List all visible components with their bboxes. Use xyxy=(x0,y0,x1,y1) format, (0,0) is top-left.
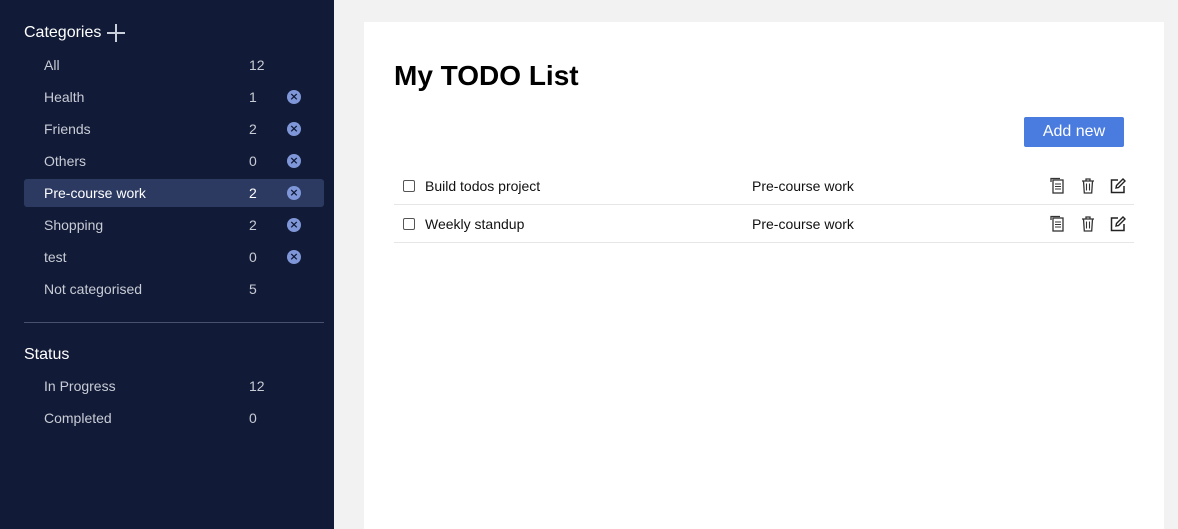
duplicate-icon[interactable] xyxy=(1049,215,1067,233)
status-item-in-progress[interactable]: In Progress 12 xyxy=(24,372,324,400)
category-name: Others xyxy=(44,153,87,169)
trash-icon[interactable] xyxy=(1079,177,1097,195)
todo-checkbox[interactable] xyxy=(403,180,415,192)
category-item-shopping[interactable]: Shopping 2 × xyxy=(24,211,324,239)
category-count: 12 xyxy=(249,57,265,73)
category-count: 2 xyxy=(249,185,257,201)
category-name: test xyxy=(44,249,67,265)
category-name: Friends xyxy=(44,121,91,137)
delete-category-icon[interactable]: × xyxy=(287,90,301,104)
add-new-button[interactable]: Add new xyxy=(1024,117,1124,147)
trash-icon[interactable] xyxy=(1079,215,1097,233)
delete-category-icon[interactable]: × xyxy=(287,186,301,200)
edit-icon[interactable] xyxy=(1109,215,1127,233)
category-item-test[interactable]: test 0 × xyxy=(24,243,324,271)
sidebar: Categories All 12 Health 1 × Friends 2 ×… xyxy=(0,0,334,529)
category-count: 5 xyxy=(249,281,257,297)
add-category-plus-icon[interactable] xyxy=(107,24,126,42)
category-item-health[interactable]: Health 1 × xyxy=(24,83,324,111)
todo-title[interactable]: Build todos project xyxy=(425,178,540,194)
page-title: My TODO List xyxy=(394,60,579,91)
todo-row: Build todos project Pre-course work xyxy=(394,167,1134,205)
edit-icon[interactable] xyxy=(1109,177,1127,195)
category-count: 2 xyxy=(249,121,257,137)
delete-category-icon[interactable]: × xyxy=(287,250,301,264)
delete-category-icon[interactable]: × xyxy=(287,154,301,168)
status-count: 0 xyxy=(249,410,257,426)
todo-category: Pre-course work xyxy=(752,216,854,232)
category-item-not-categorised[interactable]: Not categorised 5 xyxy=(24,275,324,303)
category-name: Shopping xyxy=(44,217,104,233)
sidebar-divider xyxy=(24,322,324,323)
category-item-others[interactable]: Others 0 × xyxy=(24,147,324,175)
status-name: In Progress xyxy=(44,378,116,394)
category-count: 2 xyxy=(249,217,257,233)
status-name: Completed xyxy=(44,410,112,426)
category-name: Not categorised xyxy=(44,281,143,297)
delete-category-icon[interactable]: × xyxy=(287,218,301,232)
category-count: 0 xyxy=(249,249,257,265)
todo-title[interactable]: Weekly standup xyxy=(425,216,524,232)
categories-header: Categories xyxy=(24,24,126,42)
category-name: Pre-course work xyxy=(44,185,146,201)
todo-category: Pre-course work xyxy=(752,178,854,194)
status-header: Status xyxy=(24,346,69,364)
main-panel: My TODO List Add new Build todos project… xyxy=(364,22,1164,529)
category-count: 0 xyxy=(249,153,257,169)
status-item-completed[interactable]: Completed 0 xyxy=(24,404,324,432)
category-count: 1 xyxy=(249,89,257,105)
status-title: Status xyxy=(24,346,70,363)
categories-title: Categories xyxy=(24,24,102,41)
category-name: Health xyxy=(44,89,85,105)
todo-checkbox[interactable] xyxy=(403,218,415,230)
category-item-pre-course-work[interactable]: Pre-course work 2 × xyxy=(24,179,324,207)
category-item-friends[interactable]: Friends 2 × xyxy=(24,115,324,143)
category-name: All xyxy=(44,57,60,73)
delete-category-icon[interactable]: × xyxy=(287,122,301,136)
duplicate-icon[interactable] xyxy=(1049,177,1067,195)
status-count: 12 xyxy=(249,378,265,394)
todo-row: Weekly standup Pre-course work xyxy=(394,205,1134,243)
category-item-all[interactable]: All 12 xyxy=(24,51,324,79)
